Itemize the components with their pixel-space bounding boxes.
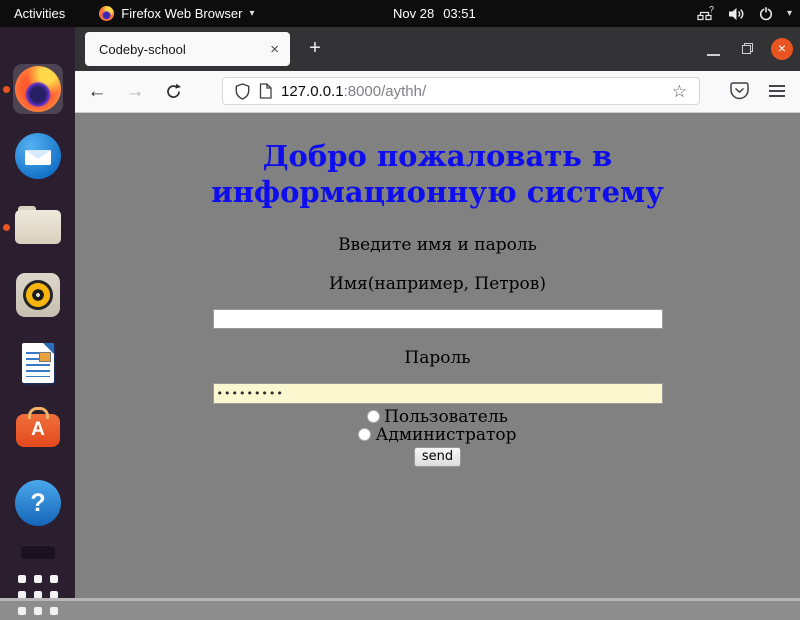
ubuntu-software-icon: A bbox=[16, 414, 60, 447]
page-icon bbox=[259, 83, 272, 99]
role-option-admin[interactable]: Администратор bbox=[75, 426, 800, 444]
window-close-button[interactable]: × bbox=[771, 38, 793, 60]
trash-icon bbox=[21, 545, 55, 559]
files-running-dot bbox=[3, 224, 10, 231]
thunderbird-icon bbox=[15, 133, 61, 179]
app-menu[interactable]: Firefox Web Browser ▾ bbox=[99, 6, 254, 21]
web-page: Добро пожаловать в информационную систем… bbox=[75, 113, 800, 598]
firefox-icon bbox=[99, 6, 114, 21]
pocket-button[interactable] bbox=[729, 81, 750, 106]
app-menu-label: Firefox Web Browser bbox=[121, 6, 242, 21]
chevron-down-icon: ▾ bbox=[249, 9, 254, 19]
url-text: 127.0.0.1:8000/aythh/ bbox=[281, 83, 426, 100]
dock-item-firefox[interactable] bbox=[13, 64, 63, 114]
tab-bar: Codeby-school × + × bbox=[75, 27, 800, 71]
back-button[interactable]: ← bbox=[81, 71, 113, 112]
password-input[interactable] bbox=[213, 383, 663, 404]
bookmark-star-icon[interactable]: ☆ bbox=[672, 83, 687, 100]
dock: A ? bbox=[0, 27, 75, 598]
help-question-icon: ? bbox=[15, 480, 61, 526]
shield-icon bbox=[235, 83, 250, 100]
radio-admin[interactable] bbox=[358, 428, 371, 441]
minimize-button[interactable] bbox=[707, 54, 720, 56]
url-host: 127.0.0.1 bbox=[281, 83, 344, 100]
clock[interactable]: Nov 28 03:51 bbox=[393, 0, 476, 27]
radio-user-label: Пользователь bbox=[384, 408, 508, 426]
question-glyph: ? bbox=[30, 489, 45, 518]
page-title: Добро пожаловать в информационную систем… bbox=[115, 139, 760, 211]
files-folder-icon bbox=[15, 206, 61, 244]
radio-user[interactable] bbox=[367, 410, 380, 423]
clock-time: 03:51 bbox=[443, 6, 476, 21]
restore-button[interactable] bbox=[742, 43, 753, 54]
dock-item-trash[interactable] bbox=[13, 540, 63, 564]
show-applications-button[interactable] bbox=[13, 570, 63, 620]
name-label: Имя(например, Петров) bbox=[75, 274, 800, 294]
radio-admin-label: Администратор bbox=[375, 426, 516, 444]
name-input[interactable] bbox=[213, 309, 663, 329]
app-grid-icon bbox=[18, 575, 58, 615]
firefox-running-dot bbox=[3, 86, 10, 93]
libreoffice-writer-icon bbox=[22, 343, 54, 383]
dock-item-ubuntu-software[interactable]: A bbox=[13, 405, 63, 455]
firefox-icon bbox=[15, 66, 61, 112]
pocket-icon bbox=[729, 81, 750, 101]
clock-date: Nov 28 bbox=[393, 6, 434, 21]
gnome-top-bar: Activities Firefox Web Browser ▾ Nov 28 … bbox=[0, 0, 800, 27]
reload-button[interactable] bbox=[157, 71, 189, 112]
screen-bottom-edge bbox=[0, 598, 800, 604]
dock-item-thunderbird[interactable] bbox=[13, 131, 63, 181]
volume-icon bbox=[728, 7, 745, 21]
tab-close-icon[interactable]: × bbox=[268, 41, 281, 58]
reload-icon bbox=[165, 83, 182, 100]
tab-title: Codeby-school bbox=[99, 42, 268, 57]
send-button[interactable]: send bbox=[414, 447, 461, 467]
dock-item-help[interactable]: ? bbox=[13, 478, 63, 528]
menu-button[interactable] bbox=[769, 85, 785, 100]
navigation-toolbar: ← → 127.0.0.1:8000/aythh/ ☆ bbox=[75, 71, 800, 113]
tab-codeby-school[interactable]: Codeby-school × bbox=[85, 32, 290, 66]
dock-item-rhythmbox[interactable] bbox=[13, 270, 63, 320]
firefox-window: Codeby-school × + × ← → 127.0.0.1:8000/a… bbox=[75, 27, 800, 598]
new-tab-button[interactable]: + bbox=[301, 35, 329, 63]
dock-item-files[interactable] bbox=[13, 200, 63, 250]
chevron-down-icon: ▾ bbox=[787, 9, 792, 19]
role-option-user[interactable]: Пользователь bbox=[75, 408, 800, 426]
forward-button[interactable]: → bbox=[119, 71, 151, 112]
network-icon: ? bbox=[697, 6, 715, 21]
dock-item-libreoffice-writer[interactable] bbox=[13, 338, 63, 388]
power-icon bbox=[758, 6, 774, 21]
software-a-glyph: A bbox=[31, 419, 45, 441]
svg-text:?: ? bbox=[709, 6, 714, 15]
url-path: :8000/aythh/ bbox=[344, 83, 427, 100]
url-bar[interactable]: 127.0.0.1:8000/aythh/ ☆ bbox=[222, 77, 700, 105]
form-subtitle: Введите имя и пароль bbox=[75, 235, 800, 255]
password-label: Пароль bbox=[75, 348, 800, 368]
activities-button[interactable]: Activities bbox=[14, 6, 65, 21]
rhythmbox-speaker-icon bbox=[16, 273, 60, 317]
system-status-area[interactable]: ? ▾ bbox=[697, 0, 792, 27]
